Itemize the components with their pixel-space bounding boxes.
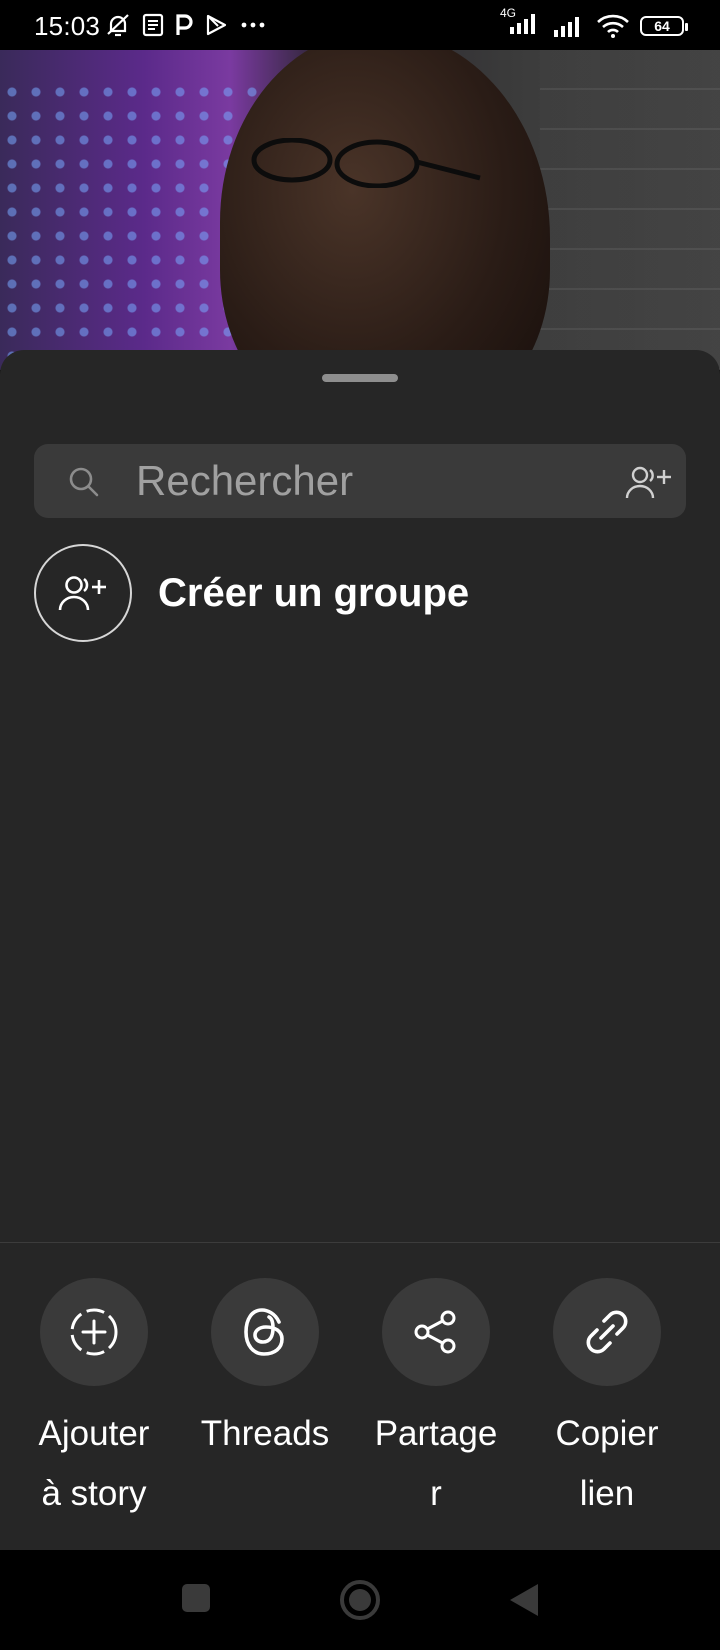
signal-icon xyxy=(554,16,579,37)
more-dots-icon xyxy=(241,22,265,28)
copy-link-label: Copier lien xyxy=(522,1404,692,1524)
network-type: 4G xyxy=(500,6,517,20)
person-video-frame xyxy=(220,50,550,370)
threads-icon xyxy=(244,1308,284,1356)
battery-level: 64 xyxy=(654,17,670,34)
add-people-icon[interactable] xyxy=(624,462,674,502)
create-group-label: Créer un groupe xyxy=(158,570,470,615)
add-to-story-label-line1: Ajouter xyxy=(38,1414,150,1453)
add-group-icon xyxy=(58,576,106,611)
back-triangle-icon[interactable] xyxy=(506,1582,540,1618)
status-notification-icons xyxy=(104,12,268,38)
share-action[interactable]: Partage r xyxy=(351,1278,521,1524)
home-circle-icon[interactable] xyxy=(338,1578,382,1622)
share-label: Partage r xyxy=(351,1404,521,1524)
news-icon xyxy=(142,13,164,37)
status-bar: 15:03 4G 64 xyxy=(0,0,720,50)
actions-divider xyxy=(0,1242,720,1243)
create-group-avatar xyxy=(34,544,132,642)
brick-wall-decoration xyxy=(540,50,720,370)
search-icon xyxy=(69,467,99,497)
sheet-drag-handle[interactable] xyxy=(322,374,398,382)
status-system-icons: 4G 64 xyxy=(500,6,688,41)
video-background xyxy=(0,50,720,370)
add-to-story-button[interactable] xyxy=(40,1278,148,1386)
system-nav-bar xyxy=(0,1550,720,1650)
threads-action[interactable]: Threads xyxy=(180,1278,350,1464)
search-input[interactable] xyxy=(136,444,596,518)
threads-button[interactable] xyxy=(211,1278,319,1386)
search-bar[interactable] xyxy=(34,444,686,518)
share-label-line1: Partage xyxy=(374,1414,498,1453)
add-story-icon xyxy=(70,1308,118,1356)
share-icon xyxy=(414,1310,456,1354)
play-store-icon xyxy=(206,14,227,36)
glasses-decoration xyxy=(251,138,481,188)
copy-link-action[interactable]: Copier lien xyxy=(522,1278,692,1524)
recents-square-icon[interactable] xyxy=(180,1582,212,1614)
battery-icon: 64 xyxy=(640,15,688,36)
wifi-icon xyxy=(597,14,629,38)
share-label-line2: r xyxy=(430,1474,442,1513)
add-to-story-label-line2: à story xyxy=(41,1474,147,1513)
p-app-icon xyxy=(176,14,193,35)
copy-link-button[interactable] xyxy=(553,1278,661,1386)
threads-label: Threads xyxy=(180,1404,350,1464)
add-to-story-label: Ajouter à story xyxy=(9,1404,179,1524)
share-actions: Ajouter à story Threads Partage r Copier… xyxy=(0,1278,720,1538)
create-group-row[interactable]: Créer un groupe xyxy=(34,544,469,642)
copy-link-label-line2: lien xyxy=(579,1474,635,1513)
share-button[interactable] xyxy=(382,1278,490,1386)
status-time: 15:03 xyxy=(34,11,101,41)
link-icon xyxy=(586,1310,628,1354)
threads-label-line1: Threads xyxy=(200,1414,330,1453)
copy-link-label-line1: Copier xyxy=(555,1414,659,1453)
mute-bell-icon xyxy=(107,14,129,37)
add-to-story-action[interactable]: Ajouter à story xyxy=(9,1278,179,1524)
share-sheet: Créer un groupe Ajouter à story xyxy=(0,350,720,1550)
